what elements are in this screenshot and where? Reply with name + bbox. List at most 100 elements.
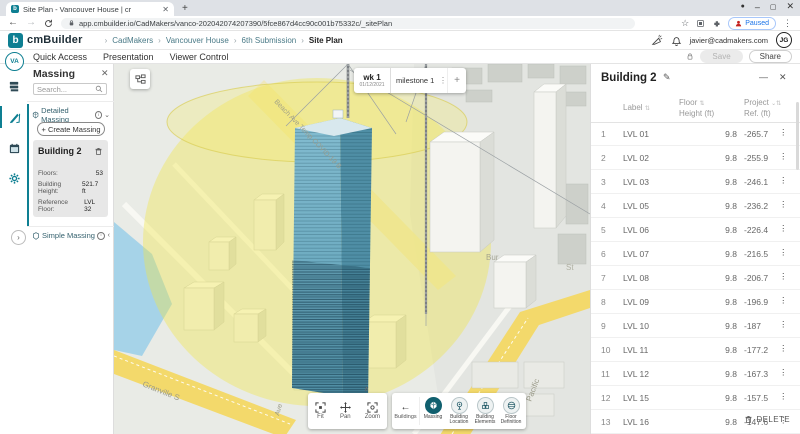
app-logo-text[interactable]: cmBuilder [27,34,83,46]
new-tab-button[interactable]: + [182,3,188,14]
week-indicator[interactable]: wk 1 01/12/2021 [354,68,391,93]
browser-back-button[interactable]: ← [8,18,18,28]
browser-reload-icon[interactable] [44,19,53,28]
workspace-avatar[interactable]: VA [5,52,24,71]
extension-icon[interactable] [696,19,705,28]
viewport-canvas[interactable]: Granville S Pacific Ave Beach Ave Temp C… [114,64,590,434]
table-row[interactable]: 5 LVL 06 9.8 -226.4 ⋮ [591,218,800,242]
chevron-collapsed-icon[interactable]: ‹ [108,232,110,239]
search-input[interactable]: Search... [33,83,107,95]
table-row[interactable]: 2 LVL 02 9.8 -255.9 ⋮ [591,146,800,170]
window-minimize-button[interactable]: – [755,2,760,12]
sidebar-item-settings[interactable] [6,170,22,186]
breadcrumb-item[interactable]: 6th Submission [242,36,297,45]
toolbar-expand-caret[interactable]: ∧ [364,385,369,393]
share-button[interactable]: Share [748,50,792,63]
milestone-menu-icon[interactable]: ⋮ [439,76,447,85]
edit-pencil-icon[interactable]: ✎ [663,72,671,83]
sort-icon[interactable]: ⇅ [776,101,781,107]
massing-card-building-2[interactable]: Building 2 Floors: 53 Building Height: 521… [33,140,108,217]
hierarchy-button[interactable] [130,69,150,89]
row-menu-icon[interactable]: ⋮ [779,319,788,330]
row-menu-icon[interactable]: ⋮ [779,295,788,306]
sidebar-item-massing-tools[interactable] [6,109,22,125]
row-menu-icon[interactable]: ⋮ [779,127,788,138]
delete-button[interactable]: DELETE [744,415,790,424]
row-menu-icon[interactable]: ⋮ [779,391,788,402]
mode-building-elements-button[interactable]: Building Elements [472,396,498,426]
chevron-down-icon[interactable]: ⌄ [104,111,110,119]
table-row[interactable]: 10 LVL 11 9.8 -177.2 ⋮ [591,338,800,362]
mode-building-location-button[interactable]: Building Location [446,396,472,426]
trash-icon[interactable] [94,147,103,156]
breadcrumb-item[interactable]: CadMakers [112,36,153,45]
app-logo-icon[interactable]: b [8,32,23,48]
info-icon[interactable]: i [96,231,105,240]
row-menu-icon[interactable]: ⋮ [779,175,788,186]
add-milestone-button[interactable]: + [447,68,466,93]
table-row[interactable]: 9 LVL 10 9.8 -187 ⋮ [591,314,800,338]
close-panel-icon[interactable]: ✕ [779,72,787,83]
tab-close-icon[interactable]: ✕ [162,5,169,14]
notifications-bell-icon[interactable] [671,35,682,46]
table-row[interactable]: 11 LVL 12 9.8 -167.3 ⋮ [591,362,800,386]
massing-panel-close-icon[interactable]: ✕ [101,68,109,79]
table-scrollbar[interactable] [796,102,799,170]
mode-floor-definition-button[interactable]: Floor Definition [498,396,524,426]
bookmark-star-icon[interactable]: ☆ [681,18,689,29]
gear-icon [8,172,20,184]
row-menu-icon[interactable]: ⋮ [779,199,788,210]
divider [27,101,114,102]
milestone-selector[interactable]: milestone 1 ⋮ [391,68,447,93]
row-menu-icon[interactable]: ⋮ [779,343,788,354]
zoom-button[interactable]: Zoom [365,402,380,420]
mode-massing-button[interactable]: Massing [420,396,446,426]
back-to-buildings-button[interactable]: ← Buildings [392,397,420,425]
row-menu-icon[interactable]: ⋮ [779,367,788,378]
menu-viewer-control[interactable]: Viewer Control [170,52,229,62]
extensions-puzzle-icon[interactable] [712,19,721,28]
table-row[interactable]: 6 LVL 07 9.8 -216.5 ⋮ [591,242,800,266]
row-menu-icon[interactable]: ⋮ [779,247,788,258]
user-email[interactable]: javier@cadmakers.com [690,36,768,45]
table-row[interactable]: 12 LVL 15 9.8 -157.5 ⋮ [591,386,800,410]
table-row[interactable]: 8 LVL 09 9.8 -196.9 ⋮ [591,290,800,314]
col-header-floor-height[interactable]: Floor ⇅ Height (ft) [679,98,714,119]
simple-massing-section-header[interactable]: Simple Massing i ‹ [32,231,110,240]
sort-icon[interactable]: ⇅ [645,106,650,112]
url-field[interactable]: app.cmbuilder.io/CadMakers/vanco-2020420… [61,17,635,29]
sidebar-item-library[interactable] [6,78,22,94]
fit-button[interactable]: Fit [315,402,326,420]
levels-panel-title: Building 2 [601,72,657,84]
browser-tab[interactable]: b Site Plan - Vancouver House | cr ✕ [6,2,174,16]
breadcrumb-item[interactable]: Vancouver House [166,36,229,45]
pan-button[interactable]: Pan [339,402,351,420]
row-number: 5 [601,225,606,235]
table-row[interactable]: 1 LVL 01 9.8 -265.7 ⋮ [591,122,800,146]
browser-forward-button[interactable]: → [26,18,36,28]
row-menu-icon[interactable]: ⋮ [779,271,788,282]
window-maximize-button[interactable]: ▢ [770,3,777,11]
row-menu-icon[interactable]: ⋮ [779,223,788,234]
table-row[interactable]: 4 LVL 05 9.8 -236.2 ⋮ [591,194,800,218]
user-avatar[interactable]: JG [776,32,792,48]
minimize-panel-icon[interactable]: — [759,72,768,82]
expand-rail-button[interactable]: › [11,230,26,245]
browser-menu-icon[interactable]: ⋮ [783,18,792,29]
row-menu-icon[interactable]: ⋮ [779,151,788,162]
window-close-button[interactable]: ✕ [786,1,794,12]
save-button[interactable]: Save [700,50,743,63]
whats-new-party-icon[interactable] [651,34,663,46]
info-icon[interactable]: i [94,111,103,119]
menu-quick-access[interactable]: Quick Access [33,52,87,62]
table-row[interactable]: 3 LVL 03 9.8 -246.1 ⋮ [591,170,800,194]
sidebar-item-schedule[interactable] [6,140,22,156]
profile-paused-button[interactable]: Paused [728,16,776,30]
col-header-label[interactable]: Label ⇅ [623,103,650,114]
level-label: LVL 08 [623,273,649,283]
table-row[interactable]: 7 LVL 08 9.8 -206.7 ⋮ [591,266,800,290]
menu-presentation[interactable]: Presentation [103,52,154,62]
create-massing-button[interactable]: + Create Massing [37,122,105,136]
col-header-project-ref[interactable]: Project ⌄⇅ Ref. (ft) [744,98,781,119]
sort-icon[interactable]: ⇅ [699,101,704,107]
